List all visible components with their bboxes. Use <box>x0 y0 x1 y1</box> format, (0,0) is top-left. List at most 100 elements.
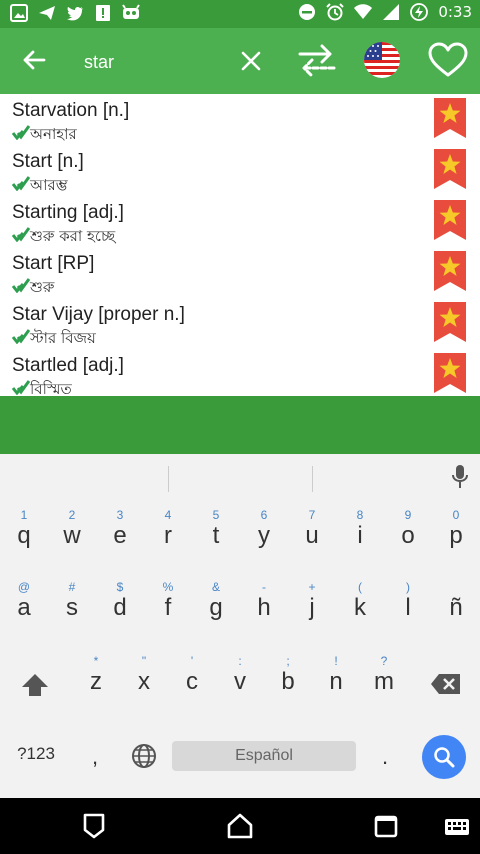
key-n[interactable]: ! n <box>316 654 356 696</box>
result-term: Starting [adj.] <box>12 202 124 223</box>
result-term: Startled [adj.] <box>12 355 124 376</box>
verified-check-icon <box>12 329 30 344</box>
key-o[interactable]: 9o <box>388 508 428 550</box>
verified-check-icon <box>12 125 30 140</box>
favorite-bookmark-star-icon[interactable] <box>434 353 466 393</box>
favorite-bookmark-star-icon[interactable] <box>434 98 466 138</box>
list-item[interactable]: Start [n.] আরম্ভ <box>0 147 480 197</box>
search-toolbar <box>0 28 480 94</box>
result-term: Start [RP] <box>12 253 95 274</box>
search-enter-key[interactable] <box>422 735 466 779</box>
key-hint: * <box>93 654 99 668</box>
gallery-icon <box>10 4 28 22</box>
result-translation: শুরু করা হচ্ছে <box>30 227 116 245</box>
key-u[interactable]: 7u <box>292 508 332 550</box>
close-icon[interactable] <box>236 46 266 76</box>
key-label: g <box>209 594 223 621</box>
key-hint: 7 <box>308 508 316 522</box>
key-c[interactable]: ' c <box>172 654 212 696</box>
key-l[interactable]: ) l <box>388 580 428 622</box>
favorite-bookmark-star-icon[interactable] <box>434 251 466 291</box>
key-label: n <box>329 668 343 695</box>
globe-icon[interactable] <box>131 743 157 769</box>
favorite-bookmark-star-icon[interactable] <box>434 302 466 342</box>
key-w[interactable]: 2w <box>52 508 92 550</box>
key-label: q <box>17 522 31 549</box>
key-y[interactable]: 6y <box>244 508 284 550</box>
recents-nav-icon[interactable] <box>372 812 400 840</box>
key-hint: $ <box>116 580 124 594</box>
keyboard: 1q2w3e4r5t6y7u8i9o0p @ a # s $ d% f & g - h + j(k) l ñ… <box>0 454 480 798</box>
key-k[interactable]: (k <box>340 580 380 622</box>
key-label: i <box>357 522 363 549</box>
key-label: y <box>258 522 270 549</box>
key-h[interactable]: -h <box>244 580 284 622</box>
key-b[interactable]: ; b <box>268 654 308 696</box>
list-item[interactable]: Start [RP] শুরু <box>0 249 480 299</box>
key-hint: % <box>162 580 174 594</box>
list-item[interactable]: Starting [adj.] শুরু করা হচ্ছে <box>0 198 480 248</box>
home-nav-icon[interactable] <box>226 812 254 840</box>
list-item[interactable]: Startled [adj.] বিস্মিত <box>0 351 480 401</box>
favorite-bookmark-star-icon[interactable] <box>434 149 466 189</box>
result-translation: স্টার বিজয় <box>30 329 96 347</box>
symbols-key[interactable]: ?123 <box>8 744 64 764</box>
key-hint: - <box>262 580 266 594</box>
key-i[interactable]: 8i <box>340 508 380 550</box>
key-hint: + <box>308 580 316 594</box>
key-hint: ? <box>380 654 388 668</box>
period-key[interactable]: . <box>372 744 398 770</box>
key-z[interactable]: * z <box>76 654 116 696</box>
key-t[interactable]: 5t <box>196 508 236 550</box>
result-term: Starvation [n.] <box>12 100 130 121</box>
key-label: d <box>113 594 127 621</box>
space-key[interactable]: Español <box>172 741 356 771</box>
key-q[interactable]: 1q <box>4 508 44 550</box>
list-item[interactable]: Star Vijay [proper n.] স্টার বিজয় <box>0 300 480 350</box>
key-label: x <box>138 668 150 695</box>
key-f[interactable]: % f <box>148 580 188 622</box>
key-hint: ) <box>406 580 410 594</box>
key-a[interactable]: @ a <box>4 580 44 622</box>
key-v[interactable]: :v <box>220 654 260 696</box>
key-hint: # <box>68 580 76 594</box>
favorite-bookmark-star-icon[interactable] <box>434 200 466 240</box>
status-time: 0:33 <box>438 3 472 21</box>
key-g[interactable]: & g <box>196 580 236 622</box>
key-r[interactable]: 4r <box>148 508 188 550</box>
search-input[interactable] <box>82 46 236 78</box>
key-hint: " <box>141 654 147 668</box>
navigation-bar <box>0 798 480 854</box>
shift-icon[interactable] <box>20 672 50 698</box>
heart-outline-icon[interactable] <box>428 42 468 78</box>
comma-key[interactable]: , <box>82 744 108 770</box>
keyboard-switch-icon[interactable] <box>444 812 470 840</box>
result-term: Start [n.] <box>12 151 84 172</box>
key-x[interactable]: " x <box>124 654 164 696</box>
alarm-icon <box>326 3 345 21</box>
microphone-icon[interactable] <box>450 464 470 490</box>
key-label: t <box>212 522 220 549</box>
key-p[interactable]: 0p <box>436 508 476 550</box>
us-flag-icon[interactable] <box>364 42 400 78</box>
arrow-left-icon[interactable] <box>18 44 50 76</box>
backspace-icon[interactable] <box>430 672 462 696</box>
list-item[interactable]: Starvation [n.] অনাহার <box>0 96 480 146</box>
key-hint: 8 <box>356 508 364 522</box>
key-label: ñ <box>449 594 463 621</box>
key-d[interactable]: $ d <box>100 580 140 622</box>
key-label: a <box>17 594 31 621</box>
key-s[interactable]: # s <box>52 580 92 622</box>
key-label: s <box>66 594 78 621</box>
back-nav-icon[interactable] <box>80 812 108 840</box>
key-m[interactable]: ? m <box>364 654 404 696</box>
key-j[interactable]: + j <box>292 580 332 622</box>
send-icon <box>39 6 55 20</box>
verified-check-icon <box>12 176 30 191</box>
key-e[interactable]: 3e <box>100 508 140 550</box>
key-label: c <box>186 668 198 695</box>
key-ñ[interactable]: ñ <box>436 580 476 622</box>
twitter-icon <box>67 6 83 21</box>
green-footer-bar <box>0 396 480 454</box>
swap-languages-icon[interactable] <box>296 42 338 78</box>
